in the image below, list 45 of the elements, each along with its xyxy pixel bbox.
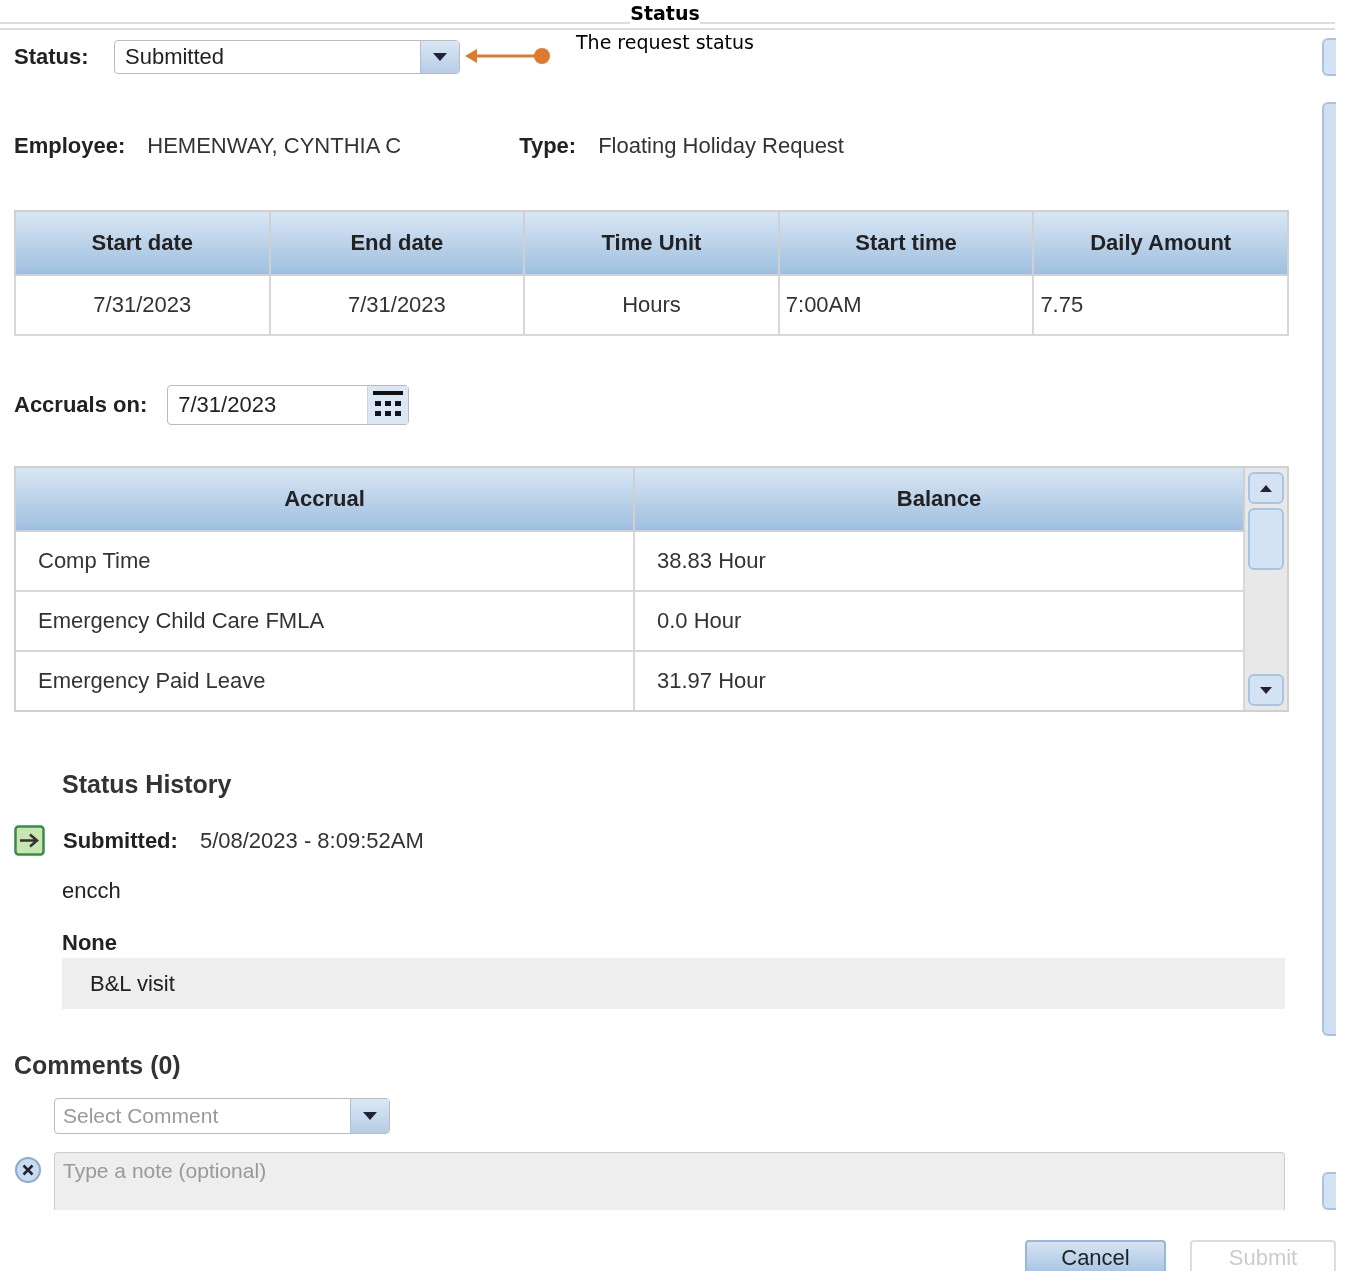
column-header: Accrual: [16, 468, 634, 531]
column-header: End date: [269, 211, 525, 275]
scroll-down-button[interactable]: [1322, 1172, 1336, 1210]
table-cell: Hours: [524, 275, 779, 335]
scrollbar-thumb[interactable]: [1322, 102, 1336, 1036]
column-header: Balance: [634, 468, 1244, 531]
section-heading: Comments (0): [14, 1051, 182, 1080]
history-note: B&L visit: [62, 958, 1285, 1009]
field-label: Type:: [519, 133, 577, 159]
table-cell: Comp Time: [16, 531, 634, 591]
field-label: Employee:: [14, 133, 126, 159]
scrollbar-thumb[interactable]: [1248, 508, 1284, 570]
table-cell: 7/31/2023: [269, 275, 525, 335]
history-reason: None: [62, 930, 118, 956]
column-header: Start time: [778, 211, 1034, 275]
section-heading: Status History: [62, 770, 233, 799]
column-header: Start date: [15, 211, 270, 275]
caret-icon: [433, 53, 447, 61]
accruals-label: Accruals on:: [14, 392, 148, 418]
table-cell: 7/31/2023: [15, 275, 270, 335]
table-cell: 7:00AM: [778, 275, 1034, 335]
note-field[interactable]: Type a note (optional): [54, 1152, 1285, 1210]
field-value: Floating Holiday Request: [598, 133, 844, 159]
field-value: HEMENWAY, CYNTHIA C: [147, 133, 402, 159]
scroll-up-button[interactable]: [1322, 38, 1336, 76]
table-cell: 0.0 Hour: [634, 591, 1244, 651]
annotation-text: The request status: [576, 30, 754, 55]
table-cell: Emergency Child Care FMLA: [16, 591, 634, 651]
status-label: Status:: [14, 44, 90, 70]
dialog-button[interactable]: Cancel: [1025, 1240, 1166, 1271]
date-field[interactable]: 7/31/2023: [167, 385, 410, 425]
close-icon[interactable]: [14, 1156, 42, 1184]
history-user: encch: [62, 878, 122, 904]
column-header: Time Unit: [524, 211, 779, 275]
table-cell: Emergency Paid Leave: [16, 651, 634, 710]
history-status: Submitted:: [63, 827, 178, 854]
caret-icon: [363, 1112, 377, 1120]
history-timestamp: 5/08/2023 - 8:09:52AM: [199, 827, 424, 854]
up-arrow-icon[interactable]: [1260, 484, 1272, 492]
down-arrow-icon[interactable]: [1260, 686, 1272, 694]
status-dropdown[interactable]: Submitted: [114, 40, 460, 74]
column-header: Daily Amount: [1033, 211, 1288, 275]
table-cell: 7.75: [1033, 275, 1288, 335]
calendar-icon[interactable]: [372, 391, 405, 419]
table-cell: 38.83 Hour: [634, 531, 1244, 591]
